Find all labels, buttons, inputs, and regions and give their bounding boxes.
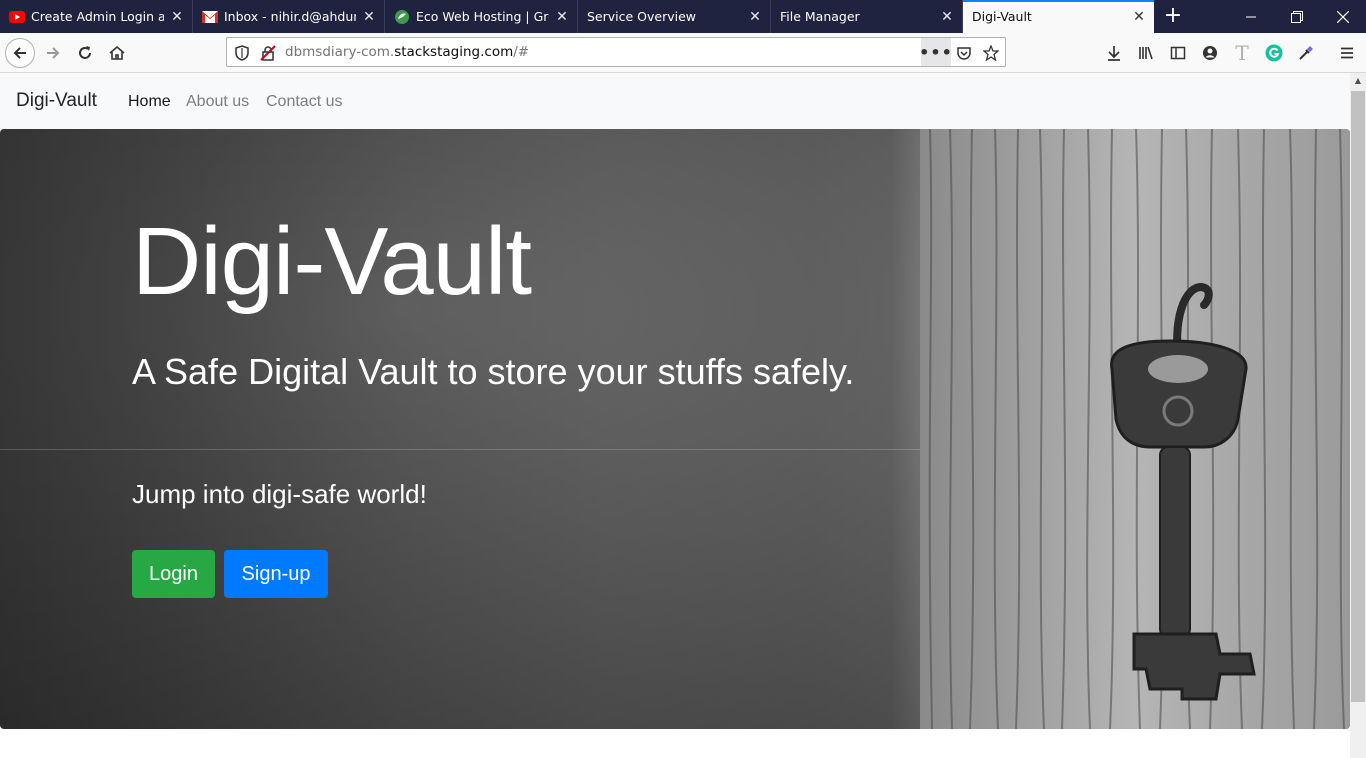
page-viewport: Digi-Vault Home About us Contact us Digi… <box>0 73 1350 758</box>
close-tab-icon[interactable]: ✕ <box>940 9 954 25</box>
tab-create-admin-login[interactable]: Create Admin Login and ✕ <box>0 0 193 33</box>
account-button[interactable] <box>1194 37 1226 69</box>
back-arrow-icon <box>5 38 35 68</box>
scrollbar-thumb[interactable] <box>1351 91 1365 702</box>
url-text[interactable]: dbmsdiary-com.stackstaging.com/# <box>285 44 529 60</box>
wood-key-image <box>920 129 1350 729</box>
library-button[interactable] <box>1130 37 1162 69</box>
tab-file-manager[interactable]: File Manager ✕ <box>771 0 963 33</box>
tab-title: Create Admin Login and <box>31 9 164 24</box>
hero-jumbotron: Digi-Vault A Safe Digital Vault to store… <box>0 129 1350 729</box>
signup-button[interactable]: Sign-up <box>224 550 328 598</box>
url-prefix: dbmsdiary-com. <box>285 44 395 60</box>
tab-eco-web-hosting[interactable]: Eco Web Hosting | Green ✕ <box>385 0 578 33</box>
scroll-up-arrow-icon[interactable]: ▲ <box>1350 73 1366 89</box>
sidebar-button[interactable] <box>1162 37 1194 69</box>
tab-title: Eco Web Hosting | Green <box>416 9 549 24</box>
account-icon <box>1203 46 1217 60</box>
url-suffix: /# <box>513 44 530 60</box>
site-brand[interactable]: Digi-Vault <box>16 90 97 112</box>
menu-button[interactable] <box>1331 37 1363 69</box>
reload-icon <box>79 46 91 59</box>
url-domain: stackstaging.com <box>394 44 514 60</box>
tab-title: Digi-Vault <box>972 9 1032 24</box>
grammarly-button[interactable] <box>1258 37 1290 69</box>
hero-subtitle: Jump into digi-safe world! <box>132 479 427 509</box>
bookmark-star-icon[interactable] <box>982 44 1000 62</box>
close-tab-icon[interactable]: ✕ <box>748 9 762 25</box>
page-actions-menu-icon[interactable]: ••• <box>919 38 952 66</box>
minimize-button[interactable] <box>1228 0 1274 33</box>
new-tab-button[interactable]: + <box>1160 4 1186 28</box>
close-tab-icon[interactable]: ✕ <box>362 9 376 25</box>
tab-service-overview[interactable]: Service Overview ✕ <box>578 0 771 33</box>
gmail-icon <box>202 9 218 25</box>
home-button[interactable] <box>101 37 133 69</box>
eyedropper-icon <box>1299 46 1313 60</box>
pocket-icon[interactable] <box>955 44 973 62</box>
font-extension-button[interactable]: T <box>1226 37 1258 69</box>
tab-inbox[interactable]: Inbox - nihir.d@ahduni.e ✕ <box>193 0 385 33</box>
font-t-icon: T <box>1235 41 1249 65</box>
address-bar[interactable]: dbmsdiary-com.stackstaging.com/# ••• <box>226 37 1006 67</box>
nav-link-contact[interactable]: Contact us <box>266 93 342 111</box>
sidebar-icon <box>1170 46 1186 60</box>
nav-link-about[interactable]: About us <box>186 93 249 111</box>
home-icon <box>109 45 125 60</box>
close-tab-icon[interactable]: ✕ <box>1132 9 1146 25</box>
tab-title: Service Overview <box>587 9 697 24</box>
tab-strip: Create Admin Login and ✕ Inbox - nihir.d… <box>0 0 1366 33</box>
grammarly-icon <box>1265 44 1283 62</box>
hero-divider <box>0 449 920 450</box>
youtube-icon <box>9 9 25 25</box>
close-tab-icon[interactable]: ✕ <box>555 9 569 25</box>
forward-arrow-icon <box>47 47 60 59</box>
back-button[interactable] <box>4 37 36 69</box>
tab-title: Inbox - nihir.d@ahduni.e <box>224 9 356 24</box>
restore-button[interactable] <box>1274 0 1320 33</box>
site-navbar: Digi-Vault Home About us Contact us <box>0 73 1350 129</box>
shield-icon[interactable] <box>233 44 251 62</box>
library-icon <box>1139 46 1153 60</box>
tab-digi-vault[interactable]: Digi-Vault ✕ <box>963 0 1154 33</box>
downloads-button[interactable] <box>1098 37 1130 69</box>
eyedropper-button[interactable] <box>1290 37 1322 69</box>
reload-button[interactable] <box>69 37 101 69</box>
tab-title: File Manager <box>780 9 860 24</box>
nav-link-home[interactable]: Home <box>128 93 171 111</box>
eco-hosting-icon <box>394 9 410 25</box>
login-button[interactable]: Login <box>132 550 215 598</box>
forward-button[interactable] <box>37 37 69 69</box>
download-icon <box>1108 46 1120 61</box>
navigation-toolbar: dbmsdiary-com.stackstaging.com/# ••• T <box>0 33 1366 73</box>
insecure-lock-icon[interactable] <box>259 44 277 62</box>
close-window-button[interactable] <box>1320 0 1366 33</box>
hamburger-menu-icon <box>1341 47 1353 59</box>
page-scrollbar[interactable]: ▲ <box>1350 73 1366 758</box>
hero-title: Digi-Vault <box>132 208 532 315</box>
hero-lead: A Safe Digital Vault to store your stuff… <box>132 351 855 392</box>
close-tab-icon[interactable]: ✕ <box>170 9 184 25</box>
